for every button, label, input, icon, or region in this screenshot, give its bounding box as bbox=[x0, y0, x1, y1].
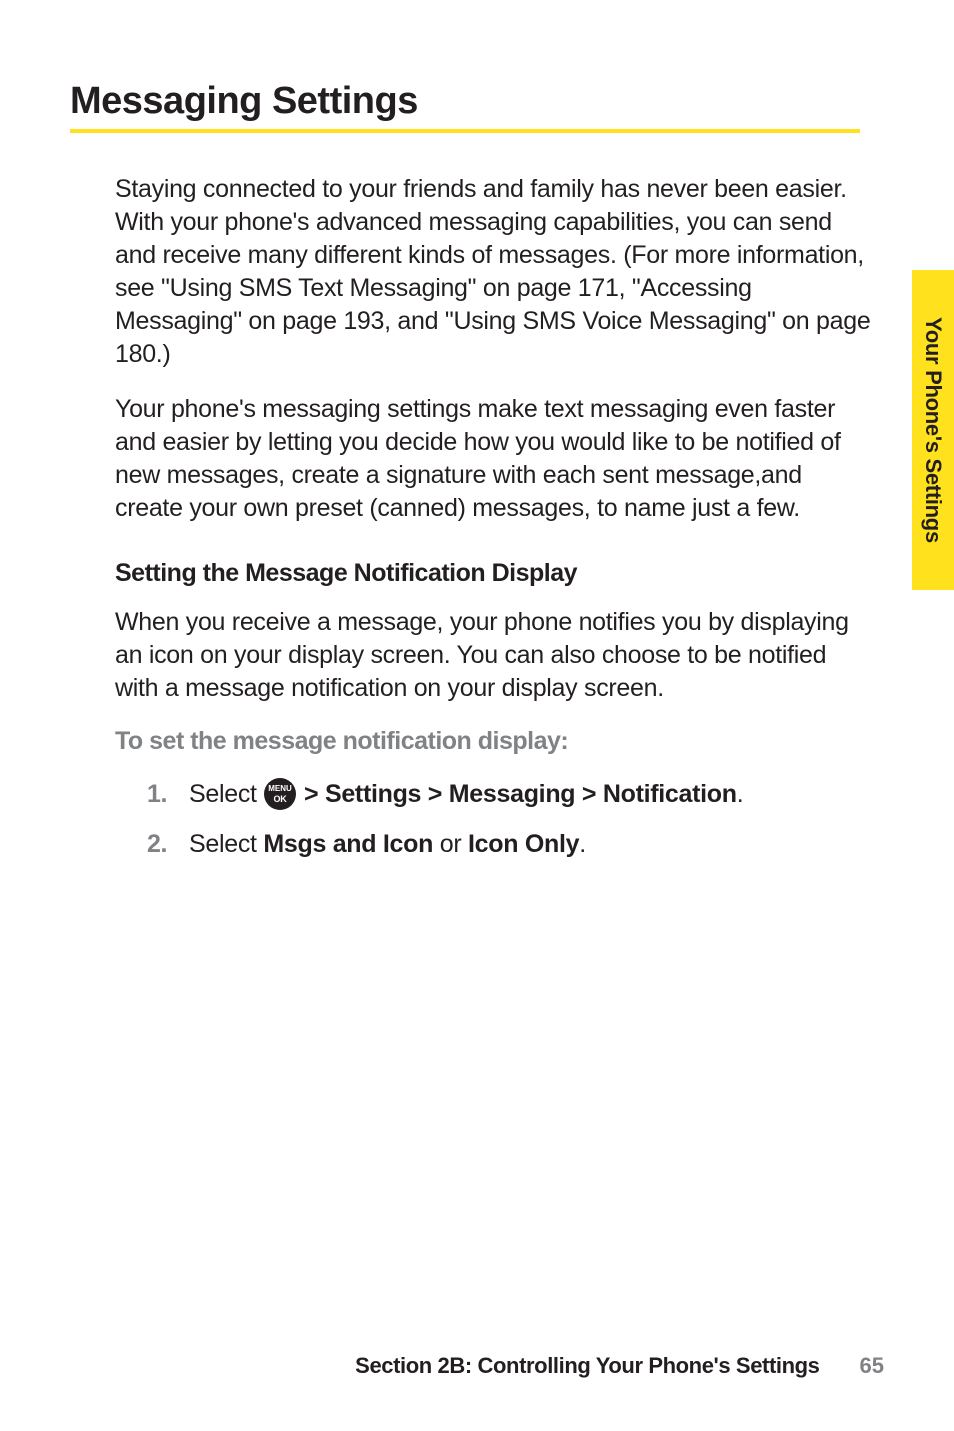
step-2: 2. Select Msgs and Icon or Icon Only. bbox=[147, 828, 874, 861]
step-text-pre: Select bbox=[189, 830, 263, 858]
footer-page-number: 65 bbox=[860, 1353, 884, 1379]
intro-paragraph-2: Your phone's messaging settings make tex… bbox=[115, 393, 874, 525]
instruction-line: To set the message notification display: bbox=[115, 727, 874, 756]
step-text-pre: Select bbox=[189, 780, 263, 808]
page-footer: Section 2B: Controlling Your Phone's Set… bbox=[0, 1353, 954, 1379]
step-text-end: . bbox=[579, 830, 586, 858]
footer-section-label: Section 2B: Controlling Your Phone's Set… bbox=[355, 1353, 819, 1379]
intro-paragraph-1: Staying connected to your friends and fa… bbox=[115, 173, 874, 371]
step-1: 1. Select MENU OK > Settings > Messaging… bbox=[147, 778, 874, 812]
step-text: Select Msgs and Icon or Icon Only. bbox=[189, 828, 586, 861]
step-text-bold-2: Icon Only bbox=[468, 830, 579, 858]
step-text-bold-1: Msgs and Icon bbox=[263, 830, 433, 858]
sub-paragraph: When you receive a message, your phone n… bbox=[115, 606, 874, 705]
heading-underline bbox=[70, 129, 860, 133]
section-heading: Messaging Settings bbox=[70, 80, 884, 129]
side-tab: Your Phone's Settings bbox=[912, 270, 954, 590]
step-text-end: . bbox=[737, 780, 744, 808]
steps-list: 1. Select MENU OK > Settings > Messaging… bbox=[115, 778, 874, 861]
step-text: Select MENU OK > Settings > Messaging > … bbox=[189, 778, 743, 812]
step-text-mid: or bbox=[433, 830, 468, 858]
section-heading-block: Messaging Settings bbox=[70, 80, 884, 133]
sub-heading: Setting the Message Notification Display bbox=[115, 559, 874, 588]
step-number: 1. bbox=[147, 780, 189, 809]
menu-ok-icon: MENU OK bbox=[263, 777, 297, 811]
step-text-bold: > Settings > Messaging > Notification bbox=[304, 780, 737, 808]
side-tab-label: Your Phone's Settings bbox=[920, 317, 946, 543]
icon-bottom-text: OK bbox=[274, 794, 288, 804]
step-number: 2. bbox=[147, 830, 189, 859]
icon-top-text: MENU bbox=[269, 784, 293, 793]
